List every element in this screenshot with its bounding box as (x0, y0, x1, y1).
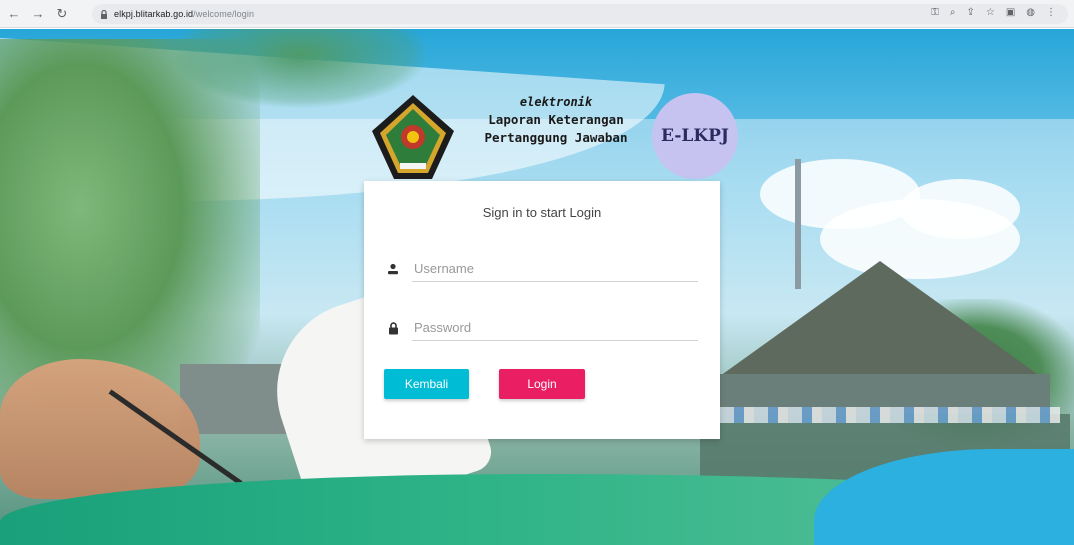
blitar-regency-emblem-icon (372, 95, 454, 179)
back-button[interactable]: Kembali (384, 369, 469, 399)
browser-toolbar: ← → ↻ elkpj.blitarkab.go.id/welcome/logi… (0, 0, 1074, 28)
url-host: elkpj.blitarkab.go.id (114, 9, 194, 19)
login-card: Sign in to start Login Kembali Login (364, 181, 720, 439)
username-row (386, 256, 702, 282)
app-title-line3: Pertanggung Jawaban (484, 130, 628, 145)
app-badge: E-LKPJ (652, 93, 738, 179)
forward-arrow-icon[interactable]: → (28, 4, 48, 24)
url-text: elkpj.blitarkab.go.id/welcome/login (114, 9, 254, 19)
background-pavilion-roof (720, 261, 1040, 376)
login-page: elektronik Laporan Keterangan Pertanggun… (0, 29, 1074, 545)
login-title: Sign in to start Login (482, 205, 602, 220)
password-input[interactable] (412, 315, 698, 341)
app-title: elektronik Laporan Keterangan Pertanggun… (456, 93, 656, 147)
user-icon (386, 262, 400, 276)
url-path: /welcome/login (193, 9, 255, 19)
app-title-line2: Laporan Keterangan (488, 112, 624, 127)
background-bunting (720, 407, 1060, 423)
lock-icon (101, 9, 107, 19)
bookmark-star-icon[interactable]: ☆ (986, 7, 995, 18)
login-button[interactable]: Login (499, 369, 585, 399)
sidepanel-icon[interactable]: ▣ (1006, 7, 1015, 18)
share-icon[interactable]: ⇪ (966, 7, 974, 18)
reload-icon[interactable]: ↻ (52, 4, 72, 24)
back-arrow-icon[interactable]: ← (4, 4, 24, 24)
address-bar[interactable]: elkpj.blitarkab.go.id/welcome/login ⚿ ⌕ … (92, 4, 1068, 24)
menu-kebab-icon[interactable]: ⋮ (1046, 7, 1056, 18)
zoom-icon[interactable]: ⌕ (950, 7, 956, 18)
app-badge-label: E-LKPJ (661, 126, 729, 146)
profile-icon[interactable]: ◍ (1026, 7, 1035, 18)
lock-icon (386, 321, 400, 335)
username-input[interactable] (412, 256, 698, 282)
password-row (386, 315, 702, 341)
app-title-line1: elektronik (519, 95, 593, 109)
key-icon[interactable]: ⚿ (931, 7, 939, 18)
